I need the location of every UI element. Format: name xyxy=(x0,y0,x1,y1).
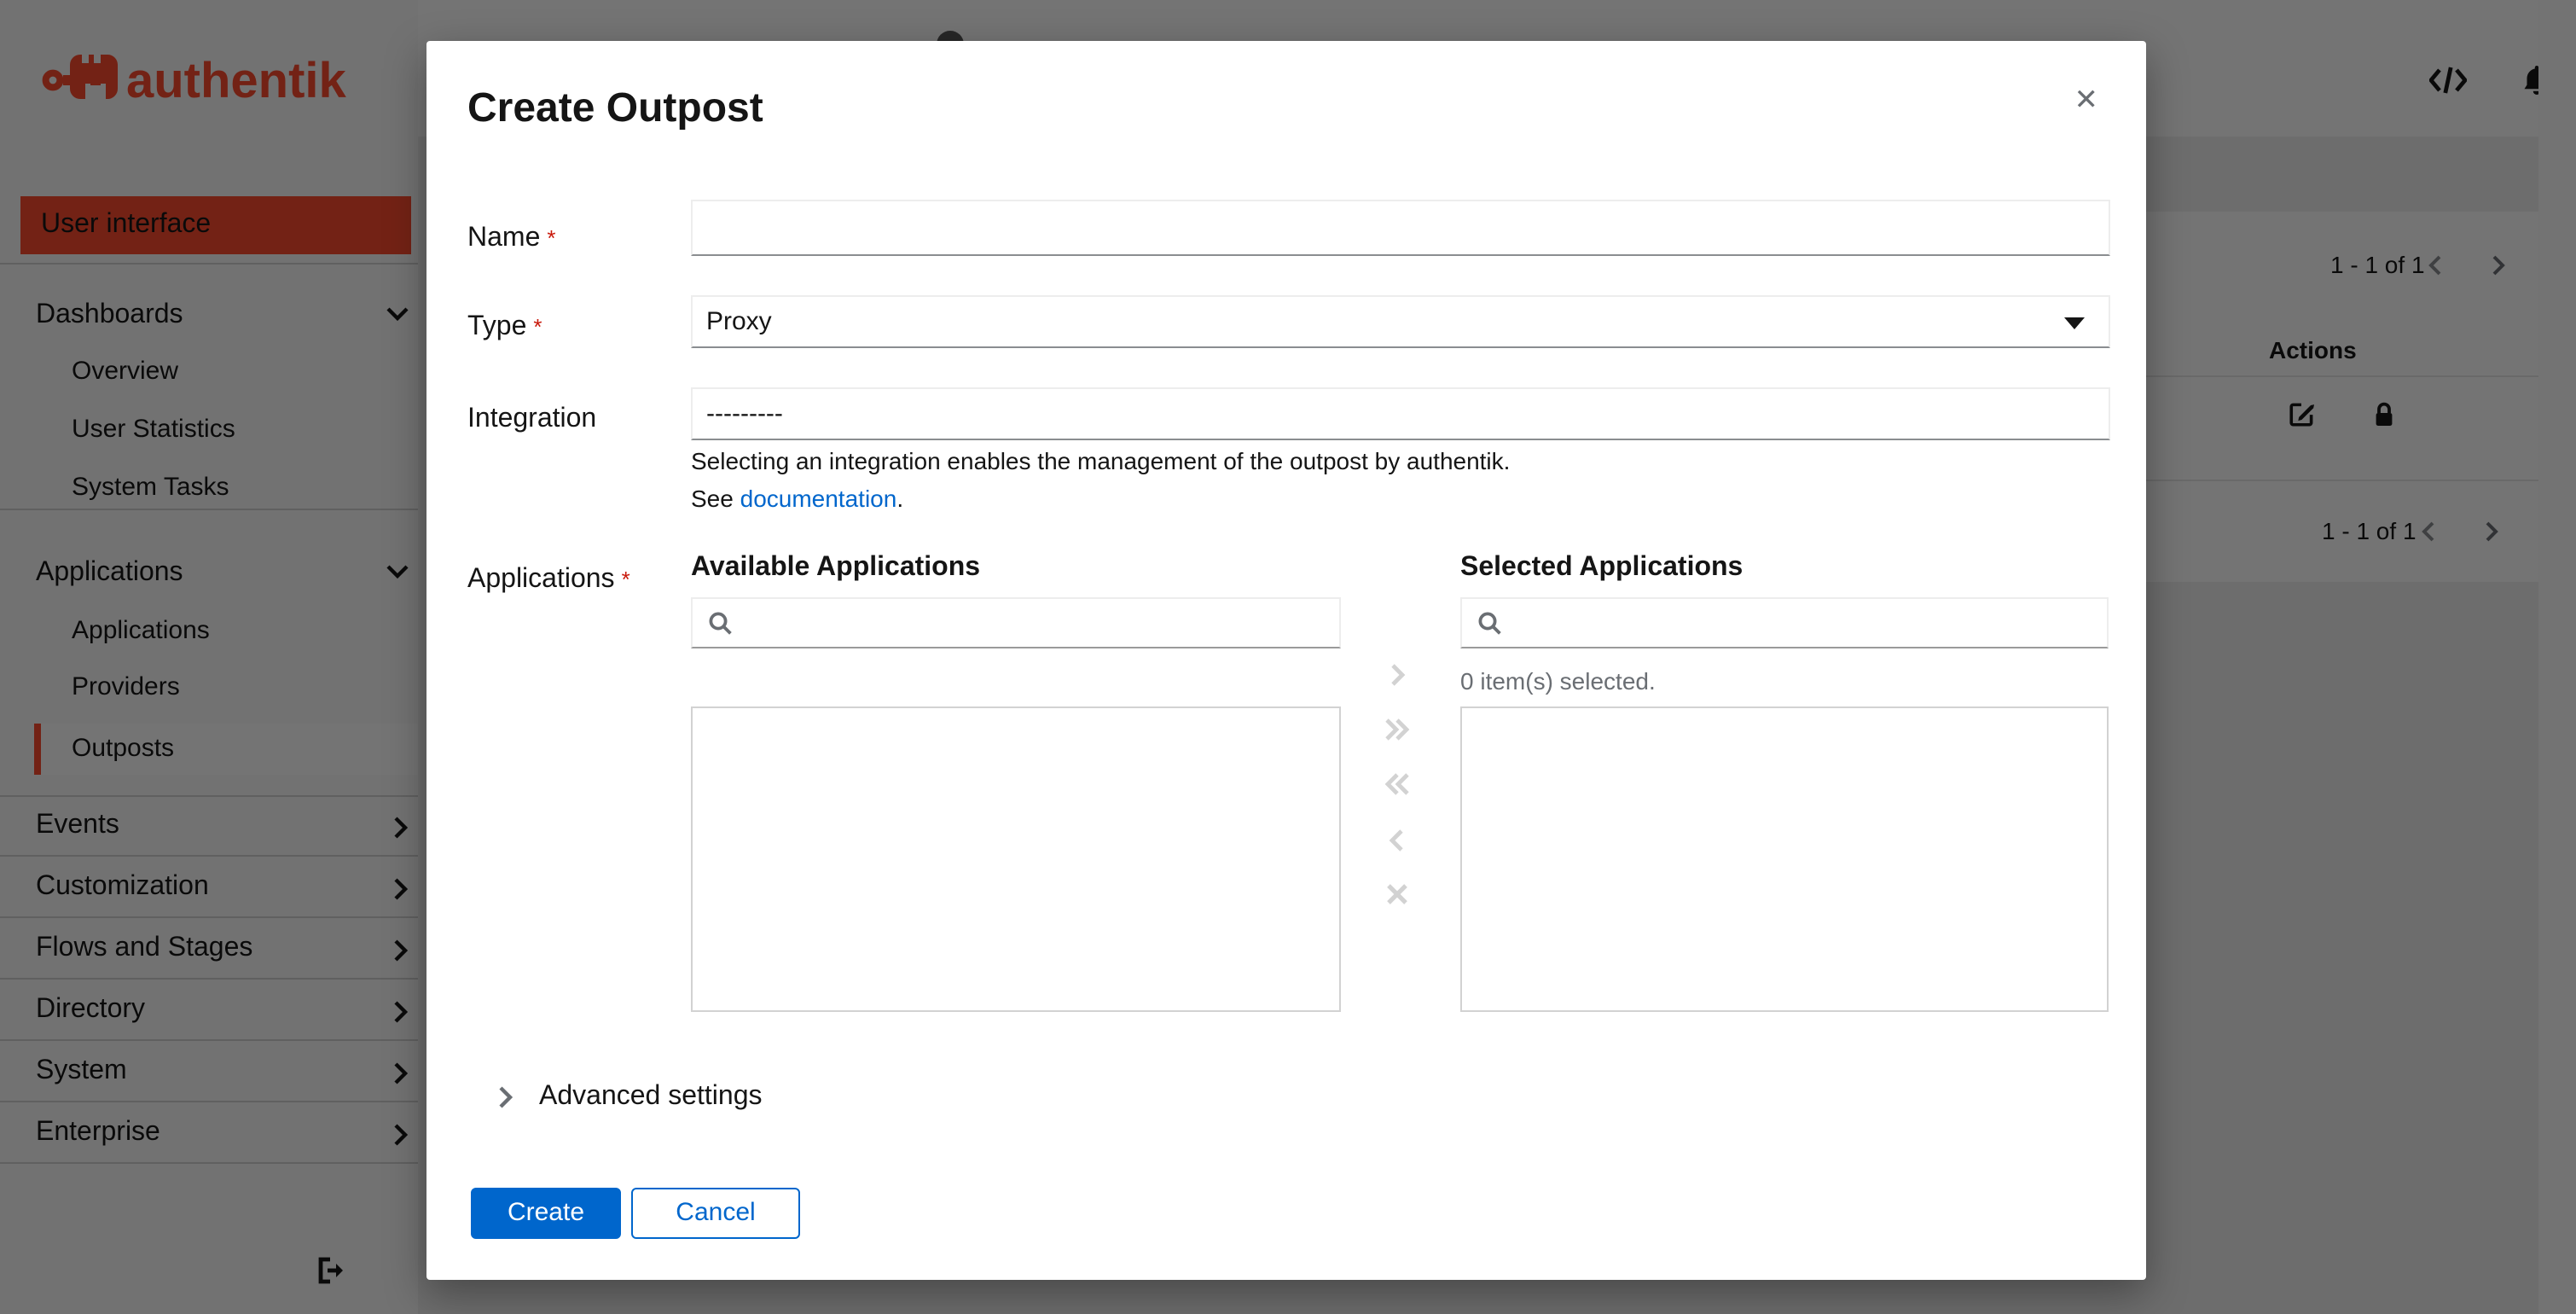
chevron-right-icon[interactable] xyxy=(498,1085,513,1109)
applications-label: Applications * xyxy=(467,563,630,597)
required-marker: * xyxy=(621,567,630,592)
type-label-text: Type xyxy=(467,312,527,341)
caret-down-icon xyxy=(2064,317,2085,329)
required-marker: * xyxy=(547,225,556,251)
help-text: See xyxy=(691,485,740,512)
close-icon[interactable]: ✕ xyxy=(2074,84,2099,116)
move-selected-left-icon[interactable] xyxy=(1378,826,1416,853)
type-label: Type * xyxy=(467,311,542,345)
cancel-button[interactable]: Cancel xyxy=(631,1188,800,1239)
create-button[interactable]: Create xyxy=(471,1188,621,1239)
name-label-text: Name xyxy=(467,224,541,253)
advanced-settings-toggle[interactable]: Advanced settings xyxy=(539,1082,763,1113)
type-select[interactable]: Proxy xyxy=(691,295,2110,348)
search-icon xyxy=(708,611,734,637)
available-applications-list[interactable] xyxy=(691,706,1341,1012)
integration-help-docs: See documentation. xyxy=(691,485,903,512)
selected-count-status: 0 item(s) selected. xyxy=(1460,667,1656,695)
move-all-right-icon[interactable] xyxy=(1378,715,1416,742)
selected-search-input[interactable] xyxy=(1460,597,2109,648)
required-marker: * xyxy=(533,314,542,340)
create-outpost-modal: Create Outpost ✕ Name * Type * Proxy Integ… xyxy=(426,41,2146,1280)
integration-help-text: Selecting an integration enables the man… xyxy=(691,447,1511,474)
available-search-input[interactable] xyxy=(691,597,1341,648)
clear-selection-icon[interactable] xyxy=(1378,881,1416,908)
name-input[interactable] xyxy=(691,200,2110,256)
move-all-left-icon[interactable] xyxy=(1378,770,1416,797)
available-applications-heading: Available Applications xyxy=(691,553,981,582)
move-selected-right-icon[interactable] xyxy=(1378,660,1416,688)
integration-label: Integration xyxy=(467,404,597,433)
applications-label-text: Applications xyxy=(467,565,615,594)
name-label: Name * xyxy=(467,222,556,256)
documentation-link[interactable]: documentation xyxy=(740,485,897,512)
type-select-value: Proxy xyxy=(706,307,772,336)
selected-applications-list[interactable] xyxy=(1460,706,2109,1012)
help-text: . xyxy=(896,485,904,512)
integration-select[interactable]: --------- xyxy=(691,387,2110,440)
search-icon xyxy=(1477,611,1503,637)
selected-applications-heading: Selected Applications xyxy=(1460,553,1743,582)
modal-title: Create Outpost xyxy=(467,85,763,131)
